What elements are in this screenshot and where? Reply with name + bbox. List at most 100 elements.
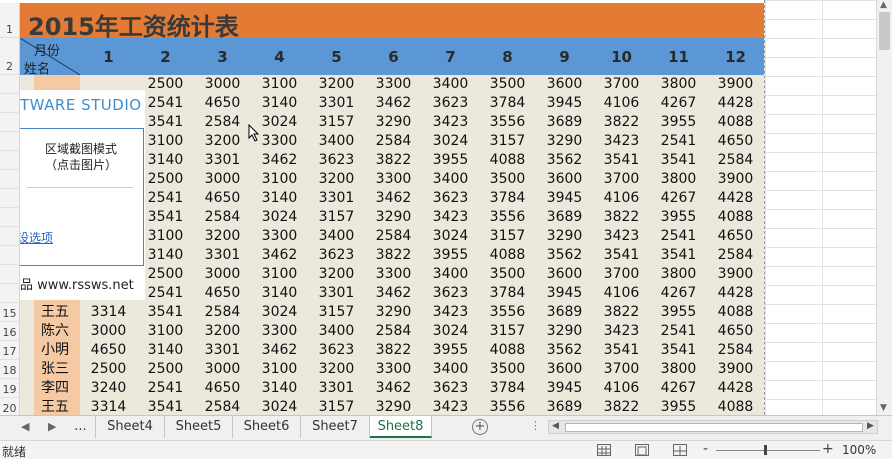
salary-cell[interactable]: 3290 [536,322,593,341]
salary-cell[interactable]: 3301 [308,94,365,113]
normal-view-icon[interactable] [597,444,611,456]
salary-cell[interactable]: 3157 [479,227,536,246]
sheet-title[interactable]: 2015年工资统计表 [28,7,239,42]
salary-cell[interactable]: 3800 [650,265,707,284]
row-header[interactable]: 18 [0,360,20,379]
salary-cell[interactable]: 3623 [308,151,365,170]
month1-cell[interactable]: 3314 [80,398,137,415]
salary-cell[interactable]: 3541 [137,113,194,132]
salary-cell[interactable]: 4267 [650,379,707,398]
row-header[interactable] [0,189,20,208]
salary-cell[interactable]: 3140 [137,341,194,360]
sheet-tab-sheet7[interactable]: Sheet7 [301,416,370,438]
salary-cell[interactable]: 3784 [479,379,536,398]
month-header-2[interactable]: 2 [137,48,194,66]
salary-cell[interactable]: 4088 [707,208,764,227]
salary-cell[interactable]: 4088 [479,341,536,360]
zoom-slider-track[interactable] [716,450,820,451]
salary-cell[interactable]: 3024 [251,398,308,415]
salary-cell[interactable]: 3541 [650,151,707,170]
salary-cell[interactable]: 3462 [365,379,422,398]
row-header[interactable] [0,132,20,151]
empty-grid-area[interactable] [765,0,876,415]
salary-cell[interactable]: 4428 [707,379,764,398]
salary-cell[interactable]: 3000 [194,75,251,94]
salary-cell[interactable]: 3689 [536,113,593,132]
salary-cell[interactable]: 4088 [707,398,764,415]
month1-cell[interactable]: 2500 [80,360,137,379]
salary-cell[interactable]: 2500 [137,75,194,94]
salary-cell[interactable]: 3200 [308,360,365,379]
salary-cell[interactable]: 3541 [650,341,707,360]
salary-cell[interactable]: 3945 [536,284,593,303]
salary-cell[interactable]: 4428 [707,284,764,303]
month-header-4[interactable]: 4 [251,48,308,66]
salary-cell[interactable]: 2541 [137,94,194,113]
row-header[interactable]: 19 [0,379,20,398]
salary-cell[interactable]: 2584 [194,303,251,322]
salary-cell[interactable]: 3100 [251,265,308,284]
salary-cell[interactable]: 3900 [707,75,764,94]
salary-cell[interactable]: 3556 [479,113,536,132]
salary-cell[interactable]: 2584 [194,398,251,415]
salary-cell[interactable]: 2584 [365,322,422,341]
salary-cell[interactable]: 3945 [536,379,593,398]
salary-cell[interactable]: 3100 [251,360,308,379]
salary-cell[interactable]: 2500 [137,360,194,379]
salary-cell[interactable]: 3100 [137,132,194,151]
zoom-level[interactable]: 100% [842,443,876,457]
more-sheets-button[interactable]: ... [66,416,96,438]
salary-cell[interactable]: 3623 [422,379,479,398]
salary-cell[interactable]: 3689 [536,398,593,415]
salary-cell[interactable]: 3423 [593,322,650,341]
salary-cell[interactable]: 3000 [194,265,251,284]
screenshot-tool-panel[interactable]: TWARE STUDIO 区域截图模式 （点击图片） 设选项 品 www.rss… [20,90,145,300]
salary-cell[interactable]: 3800 [650,75,707,94]
salary-cell[interactable]: 4428 [707,189,764,208]
salary-cell[interactable]: 3157 [308,303,365,322]
sheet-tab-sheet8[interactable]: Sheet8 [370,416,432,438]
salary-cell[interactable]: 3200 [194,227,251,246]
title-row[interactable]: 2015年工资统计表 [20,3,764,41]
row-header[interactable] [0,75,20,94]
salary-cell[interactable]: 4106 [593,189,650,208]
salary-cell[interactable]: 3100 [251,75,308,94]
salary-cell[interactable]: 4650 [707,322,764,341]
capture-mode-label[interactable]: 区域截图模式 （点击图片） [29,141,133,173]
salary-cell[interactable]: 3462 [365,189,422,208]
row-header-1[interactable]: 1 [0,3,20,38]
row-header[interactable] [0,94,20,113]
salary-cell[interactable]: 2541 [650,227,707,246]
salary-cell[interactable]: 3562 [536,151,593,170]
salary-cell[interactable]: 4650 [194,379,251,398]
salary-cell[interactable]: 3900 [707,170,764,189]
salary-cell[interactable]: 3301 [308,284,365,303]
salary-cell[interactable]: 3290 [365,398,422,415]
salary-cell[interactable]: 3784 [479,284,536,303]
salary-cell[interactable]: 4650 [194,94,251,113]
salary-cell[interactable]: 3822 [365,151,422,170]
salary-cell[interactable]: 3400 [422,360,479,379]
salary-cell[interactable]: 4088 [479,151,536,170]
salary-cell[interactable]: 2500 [137,170,194,189]
salary-cell[interactable]: 3623 [422,189,479,208]
salary-cell[interactable]: 3955 [422,341,479,360]
name-cell[interactable]: 王五 [30,303,80,322]
salary-cell[interactable]: 3140 [137,246,194,265]
row-header[interactable] [0,227,20,246]
salary-cell[interactable]: 4088 [479,246,536,265]
salary-cell[interactable]: 3955 [650,398,707,415]
salary-cell[interactable]: 3822 [593,303,650,322]
horizontal-scroll-thumb[interactable] [565,423,863,432]
salary-cell[interactable]: 4267 [650,94,707,113]
row-header[interactable]: 15 [0,303,20,322]
row-header[interactable] [0,246,20,265]
salary-cell[interactable]: 3423 [593,227,650,246]
name-cell[interactable]: 小明 [30,341,80,360]
salary-cell[interactable]: 3100 [137,322,194,341]
scroll-up-icon[interactable]: ▲ [880,0,887,10]
salary-cell[interactable]: 3024 [251,303,308,322]
salary-cell[interactable]: 3562 [536,246,593,265]
salary-cell[interactable]: 3600 [536,170,593,189]
salary-cell[interactable]: 3462 [251,246,308,265]
